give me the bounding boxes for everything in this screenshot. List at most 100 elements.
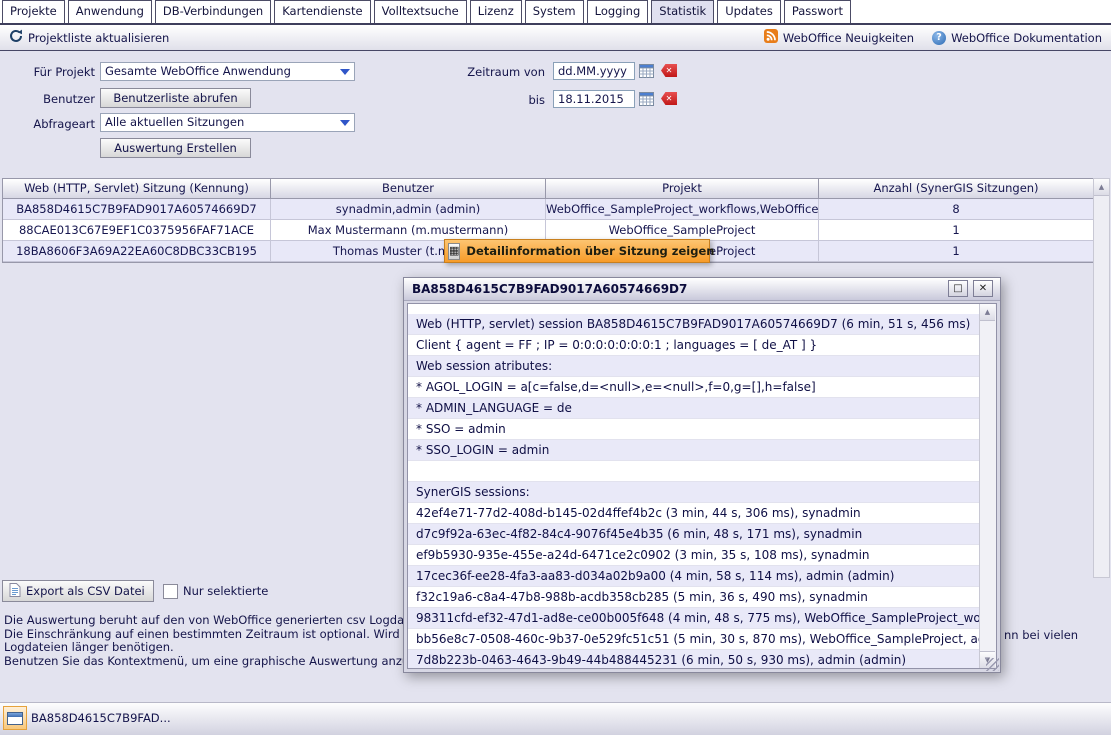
context-menu-item-session-detail[interactable]: ▦ Detailinformation über Sitzung zeigen: [444, 239, 710, 263]
session-detail-line: bb56e8c7-0508-460c-9b37-0e529fc51c51 (5 …: [408, 629, 979, 650]
column-header[interactable]: Anzahl (SynerGIS Sitzungen): [819, 179, 1093, 198]
taskbar-item-label: BA858D4615C7B9FAD...: [31, 711, 171, 725]
calendar-icon[interactable]: [639, 91, 654, 110]
clear-date-icon[interactable]: ✕: [661, 64, 677, 77]
session-detail-line: [408, 461, 979, 482]
session-detail-line: Client { agent = FF ; IP = 0:0:0:0:0:0:0…: [408, 335, 979, 356]
tab-projekte[interactable]: Projekte: [2, 0, 65, 23]
docs-label: WebOffice Dokumentation: [951, 31, 1102, 45]
docs-link[interactable]: ? WebOffice Dokumentation: [923, 31, 1111, 45]
refresh-icon: [9, 29, 23, 46]
only-selected-checkbox[interactable]: [163, 584, 178, 599]
querytype-label: Abfrageart: [0, 117, 95, 131]
date-from-label: Zeitraum von: [430, 65, 545, 79]
weboffice-admin-window: ProjekteAnwendungDB-VerbindungenKartendi…: [0, 0, 1111, 735]
scroll-up-icon[interactable]: ▲: [980, 304, 995, 321]
close-button[interactable]: ✕: [973, 280, 993, 297]
clear-date-icon[interactable]: ✕: [661, 92, 677, 105]
date-to-input[interactable]: [553, 90, 635, 108]
table-cell: BA858D4615C7B9FAD9017A60574669D7: [3, 199, 271, 219]
scroll-up-icon[interactable]: ▲: [1094, 179, 1109, 196]
calendar-icon[interactable]: [639, 63, 654, 82]
refresh-projects-button[interactable]: Projektliste aktualisieren: [0, 29, 178, 46]
table-scrollbar[interactable]: ▲: [1093, 178, 1110, 578]
session-detail-line: * SSO = admin: [408, 419, 979, 440]
context-menu-label: Detailinformation über Sitzung zeigen: [466, 244, 714, 258]
table-row[interactable]: 88CAE013C67E9EF1C0375956FAF71ACEMax Must…: [3, 220, 1093, 241]
table-cell: WebOffice_SampleProject_workflows,WebOff…: [546, 199, 819, 219]
session-detail-line: Web (HTTP, servlet) session BA858D4615C7…: [408, 314, 979, 335]
session-detail-line: * AGOL_LOGIN = a[c=false,d=<null>,e=<nul…: [408, 377, 979, 398]
info-line: Benutzen Sie das Kontextmenü, um eine gr…: [4, 655, 403, 669]
tab-passwort[interactable]: Passwort: [784, 0, 851, 23]
user-label: Benutzer: [0, 92, 95, 106]
session-detail-line: 98311cfd-ef32-47d1-ad8e-ce00b005f648 (4 …: [408, 608, 979, 629]
session-detail-line: * ADMIN_LANGUAGE = de: [408, 398, 979, 419]
news-label: WebOffice Neuigkeiten: [783, 31, 914, 45]
taskbar: BA858D4615C7B9FAD...: [0, 702, 1111, 735]
tab-statistik[interactable]: Statistik: [651, 0, 714, 23]
info-line: Die Auswertung beruht auf den von WebOff…: [4, 614, 403, 628]
date-to-label: bis: [430, 93, 545, 107]
resize-grip[interactable]: [986, 658, 999, 671]
table-cell: 18BA8606F3A69A22EA60C8DBC33CB195: [3, 241, 271, 261]
tab-kartendienste[interactable]: Kartendienste: [274, 0, 370, 23]
csv-file-icon: [9, 583, 21, 600]
dialog-scrollbar[interactable]: ▲ ▼: [979, 304, 996, 668]
toolbar-right: WebOffice Neuigkeiten ? WebOffice Dokume…: [755, 29, 1111, 46]
info-line: Logdateien länger benötigen.: [4, 641, 403, 655]
tab-db-verbindungen[interactable]: DB-Verbindungen: [155, 0, 271, 23]
tab-logging[interactable]: Logging: [587, 0, 649, 23]
session-detail-list: Web (HTTP, servlet) session BA858D4615C7…: [408, 304, 979, 668]
chevron-down-icon: [340, 69, 350, 75]
tab-lizenz[interactable]: Lizenz: [470, 0, 522, 23]
dialog-title: BA858D4615C7B9FAD9017A60574669D7: [412, 278, 687, 300]
news-link[interactable]: WebOffice Neuigkeiten: [755, 29, 923, 46]
tab-anwendung[interactable]: Anwendung: [68, 0, 152, 23]
table-cell: 1: [819, 241, 1093, 261]
table-cell: 88CAE013C67E9EF1C0375956FAF71ACE: [3, 220, 271, 240]
taskbar-item-session-dialog[interactable]: BA858D4615C7B9FAD...: [3, 706, 171, 730]
tab-system[interactable]: System: [525, 0, 584, 23]
fetch-userlist-button[interactable]: Benutzerliste abrufen: [100, 88, 251, 108]
chevron-down-icon: [340, 120, 350, 126]
session-detail-line: Web session atributes:: [408, 356, 979, 377]
table-cell: WebOffice_SampleProject: [546, 220, 819, 240]
table-cell: Max Mustermann (m.mustermann): [271, 220, 546, 240]
session-detail-line: * SSO_LOGIN = admin: [408, 440, 979, 461]
table-header: Web (HTTP, Servlet) Sitzung (Kennung)Ben…: [3, 179, 1093, 199]
dialog-title-bar[interactable]: BA858D4615C7B9FAD9017A60574669D7 □ ✕: [404, 278, 1000, 301]
querytype-select[interactable]: Alle aktuellen Sitzungen: [100, 113, 355, 132]
table-row[interactable]: BA858D4615C7B9FAD9017A60574669D7synadmin…: [3, 199, 1093, 220]
help-icon: ?: [932, 31, 946, 45]
session-detail-line: ef9b5930-935e-455e-a24d-6471ce2c0902 (3 …: [408, 545, 979, 566]
only-selected-label: Nur selektierte: [183, 584, 268, 598]
project-select-value: Gesamte WebOffice Anwendung: [105, 63, 291, 80]
tab-volltextsuche[interactable]: Volltextsuche: [374, 0, 467, 23]
date-from-input[interactable]: [553, 62, 635, 80]
toolbar: Projektliste aktualisieren WebOffice Neu…: [0, 25, 1111, 51]
info-text-fragment: nn bei vielen: [1004, 628, 1078, 642]
query-form: Für Projekt Gesamte WebOffice Anwendung …: [0, 51, 1111, 178]
table-cell: 1: [819, 220, 1093, 240]
project-label: Für Projekt: [0, 65, 95, 79]
table-cell: 8: [819, 199, 1093, 219]
session-detail-line: 7d8b223b-0463-4643-9b49-44b488445231 (6 …: [408, 650, 979, 669]
refresh-label: Projektliste aktualisieren: [28, 31, 169, 45]
session-detail-line: SynerGIS sessions:: [408, 482, 979, 503]
column-header[interactable]: Benutzer: [271, 179, 546, 198]
table-cell: synadmin,admin (admin): [271, 199, 546, 219]
tab-bar: ProjekteAnwendungDB-VerbindungenKartendi…: [0, 0, 1111, 25]
rss-icon: [764, 29, 778, 46]
session-detail-line: 17cec36f-ee28-4fa3-aa83-d034a02b9a00 (4 …: [408, 566, 979, 587]
maximize-button[interactable]: □: [948, 280, 968, 297]
column-header[interactable]: Projekt: [546, 179, 819, 198]
project-select[interactable]: Gesamte WebOffice Anwendung: [100, 62, 355, 81]
column-header[interactable]: Web (HTTP, Servlet) Sitzung (Kennung): [3, 179, 271, 198]
session-detail-line: d7c9f92a-63ec-4f82-84c4-9076f45e4b35 (6 …: [408, 524, 979, 545]
dialog-body: Web (HTTP, servlet) session BA858D4615C7…: [407, 303, 997, 669]
export-csv-button[interactable]: Export als CSV Datei: [2, 580, 154, 602]
detail-grid-icon: ▦: [448, 243, 460, 260]
create-report-button[interactable]: Auswertung Erstellen: [100, 138, 251, 158]
tab-updates[interactable]: Updates: [717, 0, 781, 23]
